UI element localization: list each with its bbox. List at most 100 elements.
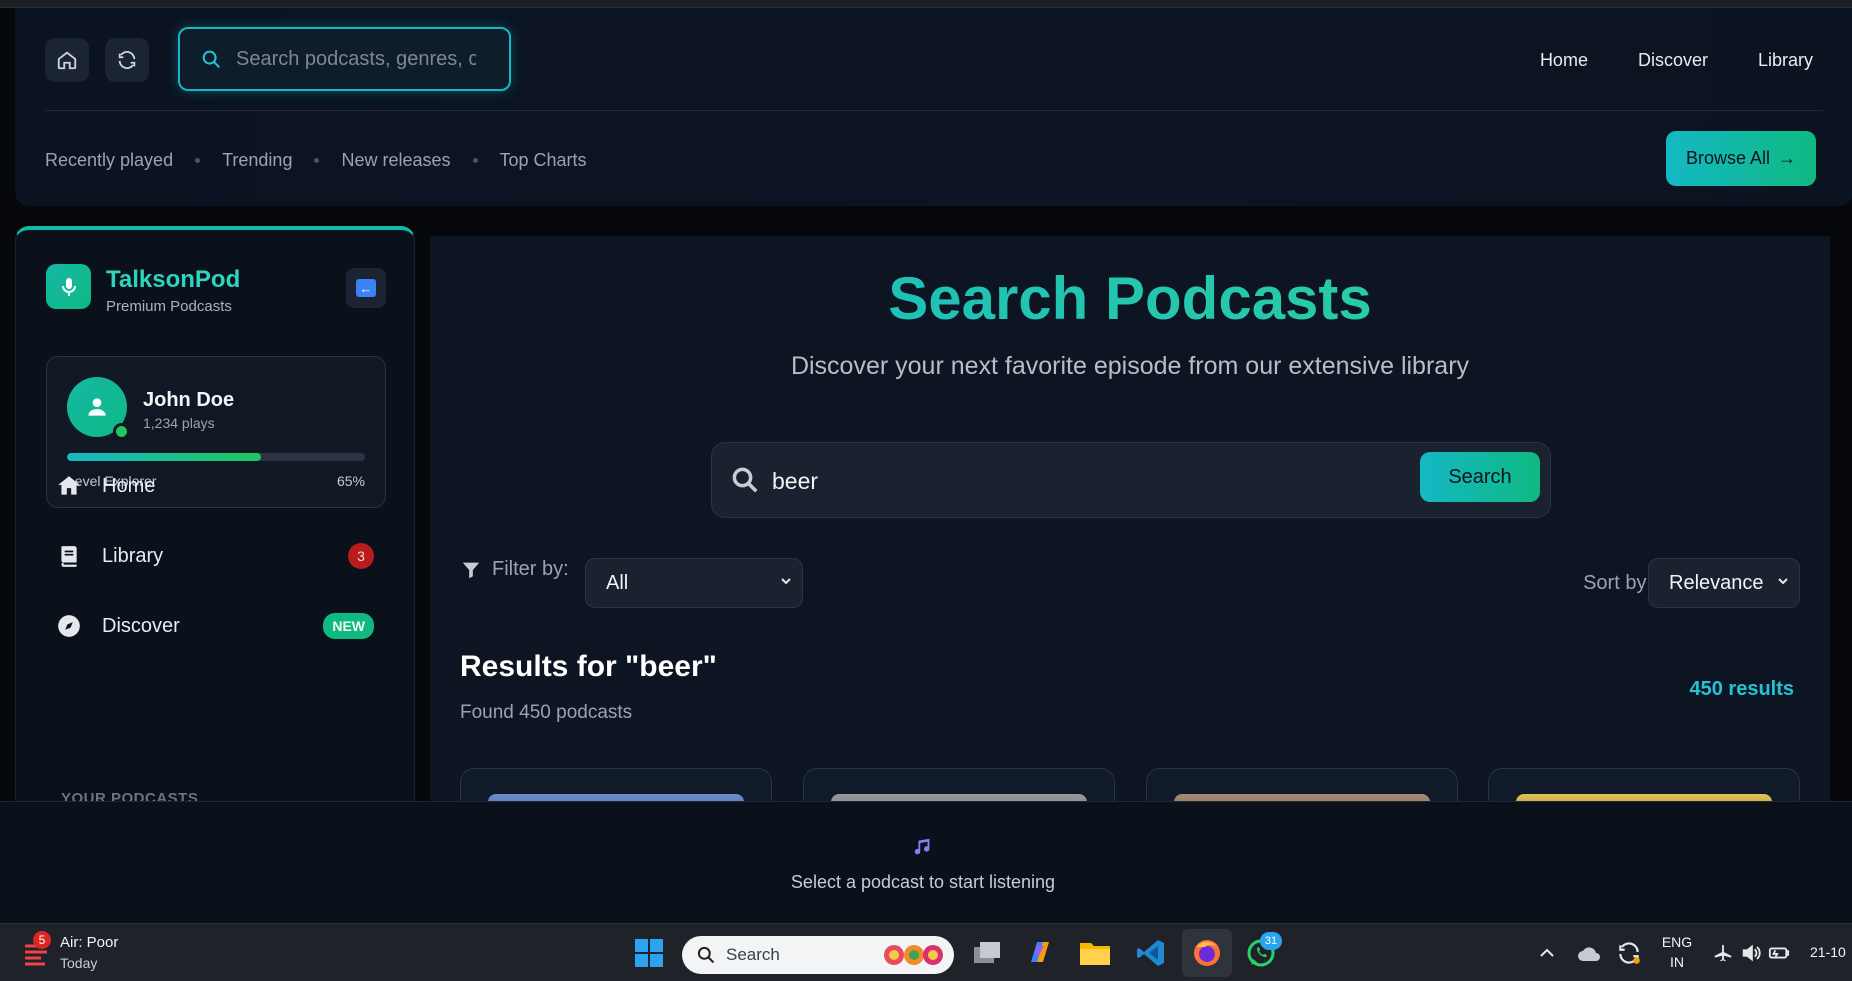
top-nav-library[interactable]: Library	[1758, 50, 1813, 71]
taskbar-search[interactable]: Search	[682, 936, 954, 974]
home-icon	[57, 51, 77, 70]
podcast-card[interactable]	[1146, 768, 1458, 801]
filter-selected-value: All	[606, 571, 629, 594]
subnav-separator	[472, 158, 478, 163]
level-progress-fill	[67, 453, 261, 461]
podcast-card[interactable]	[1488, 768, 1800, 801]
search-icon	[732, 467, 758, 493]
filter-label: Filter by:	[492, 558, 569, 580]
sort-selected-value: Relevance	[1669, 571, 1764, 594]
sidebar: TalksonPod Premium Podcasts ← John Doe 1…	[15, 226, 415, 801]
podcast-card[interactable]	[460, 768, 772, 801]
search-icon	[697, 946, 715, 964]
os-taskbar: 5 Air: Poor Today Search 31 ENG IN 21-10	[0, 923, 1852, 981]
search-button[interactable]: Search	[1420, 452, 1540, 502]
sidebar-item-label: Library	[102, 544, 164, 567]
top-nav: Home Discover Library	[1540, 50, 1813, 71]
brand-subtitle: Premium Podcasts	[106, 298, 232, 315]
compass-icon	[58, 615, 80, 637]
chevron-up-icon	[1540, 948, 1554, 957]
vscode-icon	[1137, 940, 1164, 966]
podcast-search-input[interactable]	[772, 461, 1392, 501]
task-view-icon	[974, 942, 1000, 963]
logo	[46, 264, 91, 309]
book-icon	[61, 546, 77, 567]
filter-icon	[462, 562, 480, 578]
onedrive-button[interactable]	[1572, 936, 1606, 970]
user-plays: 1,234 plays	[143, 415, 215, 431]
sidebar-item-discover[interactable]: Discover NEW	[56, 606, 386, 646]
results-count: 450 results	[1689, 678, 1794, 700]
start-button[interactable]	[632, 936, 666, 970]
collapse-sidebar-button[interactable]: ←	[346, 268, 386, 308]
app-header: Home Discover Library Recently played Tr…	[15, 8, 1852, 206]
podcast-thumbnail	[1516, 794, 1772, 801]
subnav-new-releases[interactable]: New releases	[341, 150, 450, 171]
top-nav-home[interactable]: Home	[1540, 50, 1588, 71]
collapse-icon: ←	[356, 279, 376, 297]
subnav-trending[interactable]: Trending	[222, 150, 292, 171]
filter-select[interactable]: All	[585, 558, 803, 608]
airplane-icon	[1714, 944, 1732, 962]
header-search-input[interactable]	[236, 47, 476, 71]
home-icon	[58, 476, 80, 495]
sync-button[interactable]	[1612, 936, 1646, 970]
sort-label: Sort by:	[1583, 572, 1652, 594]
sidebar-item-home[interactable]: Home	[56, 466, 386, 506]
podcast-thumbnail	[1174, 794, 1430, 801]
sync-icon	[1619, 942, 1640, 964]
arrow-right-icon: →	[1778, 148, 1797, 168]
podcast-thumbnail	[488, 794, 744, 801]
language-line-2[interactable]: IN	[1660, 954, 1694, 970]
vscode-button[interactable]	[1134, 936, 1168, 970]
user-name: John Doe	[143, 389, 235, 411]
page-subtitle: Discover your next favorite episode from…	[790, 352, 1470, 380]
brand-name: TalksonPod	[106, 266, 241, 293]
user-icon	[88, 398, 106, 416]
subnav-recently-played[interactable]: Recently played	[45, 150, 173, 171]
sidebar-item-library[interactable]: Library 3	[56, 536, 386, 576]
subnav-top-charts[interactable]: Top Charts	[500, 150, 587, 171]
sidebar-item-label: Home	[102, 474, 156, 497]
weather-line-1: Air: Poor	[60, 934, 119, 951]
sub-nav: Recently played Trending New releases To…	[45, 150, 587, 171]
folder-icon	[1080, 943, 1110, 965]
subnav-separator	[195, 158, 201, 163]
online-status-dot	[113, 423, 130, 440]
whatsapp-badge: 31	[1260, 932, 1282, 950]
refresh-button[interactable]	[105, 38, 149, 82]
taskbar-search-label: Search	[726, 945, 780, 964]
header-divider	[45, 110, 1823, 111]
volume-icon	[1742, 944, 1761, 962]
weather-badge: 5	[33, 931, 51, 949]
chevron-down-icon	[1778, 578, 1788, 585]
cloud-icon	[1578, 947, 1600, 961]
browse-all-button[interactable]: Browse All →	[1666, 131, 1816, 186]
your-podcasts-heading: YOUR PODCASTS	[61, 790, 199, 801]
weather-line-2: Today	[60, 955, 98, 971]
language-line-1[interactable]: ENG	[1660, 934, 1694, 950]
battery-button[interactable]	[1762, 936, 1796, 970]
home-button[interactable]	[45, 38, 89, 82]
microphone-icon	[61, 277, 76, 296]
library-count-badge: 3	[348, 543, 374, 569]
firefox-button[interactable]	[1190, 936, 1224, 970]
task-view-button[interactable]	[970, 936, 1004, 970]
copilot-button[interactable]	[1023, 936, 1057, 970]
main-content: Search Podcasts Discover your next favor…	[430, 236, 1830, 801]
battery-icon	[1768, 947, 1790, 959]
firefox-icon	[1194, 940, 1220, 966]
chevron-down-icon	[781, 578, 791, 585]
file-explorer-button[interactable]	[1078, 936, 1112, 970]
podcast-thumbnail	[831, 794, 1087, 801]
top-nav-discover[interactable]: Discover	[1638, 50, 1708, 71]
results-found-text: Found 450 podcasts	[460, 702, 633, 723]
podcast-card[interactable]	[803, 768, 1115, 801]
refresh-icon	[118, 51, 136, 69]
clock[interactable]: 21-10	[1810, 944, 1852, 960]
show-hidden-icons-button[interactable]	[1530, 936, 1564, 970]
sort-select[interactable]: Relevance	[1648, 558, 1800, 608]
header-search-box[interactable]	[178, 27, 511, 91]
browser-top-strip	[0, 0, 1852, 8]
copilot-icon	[1031, 942, 1049, 962]
